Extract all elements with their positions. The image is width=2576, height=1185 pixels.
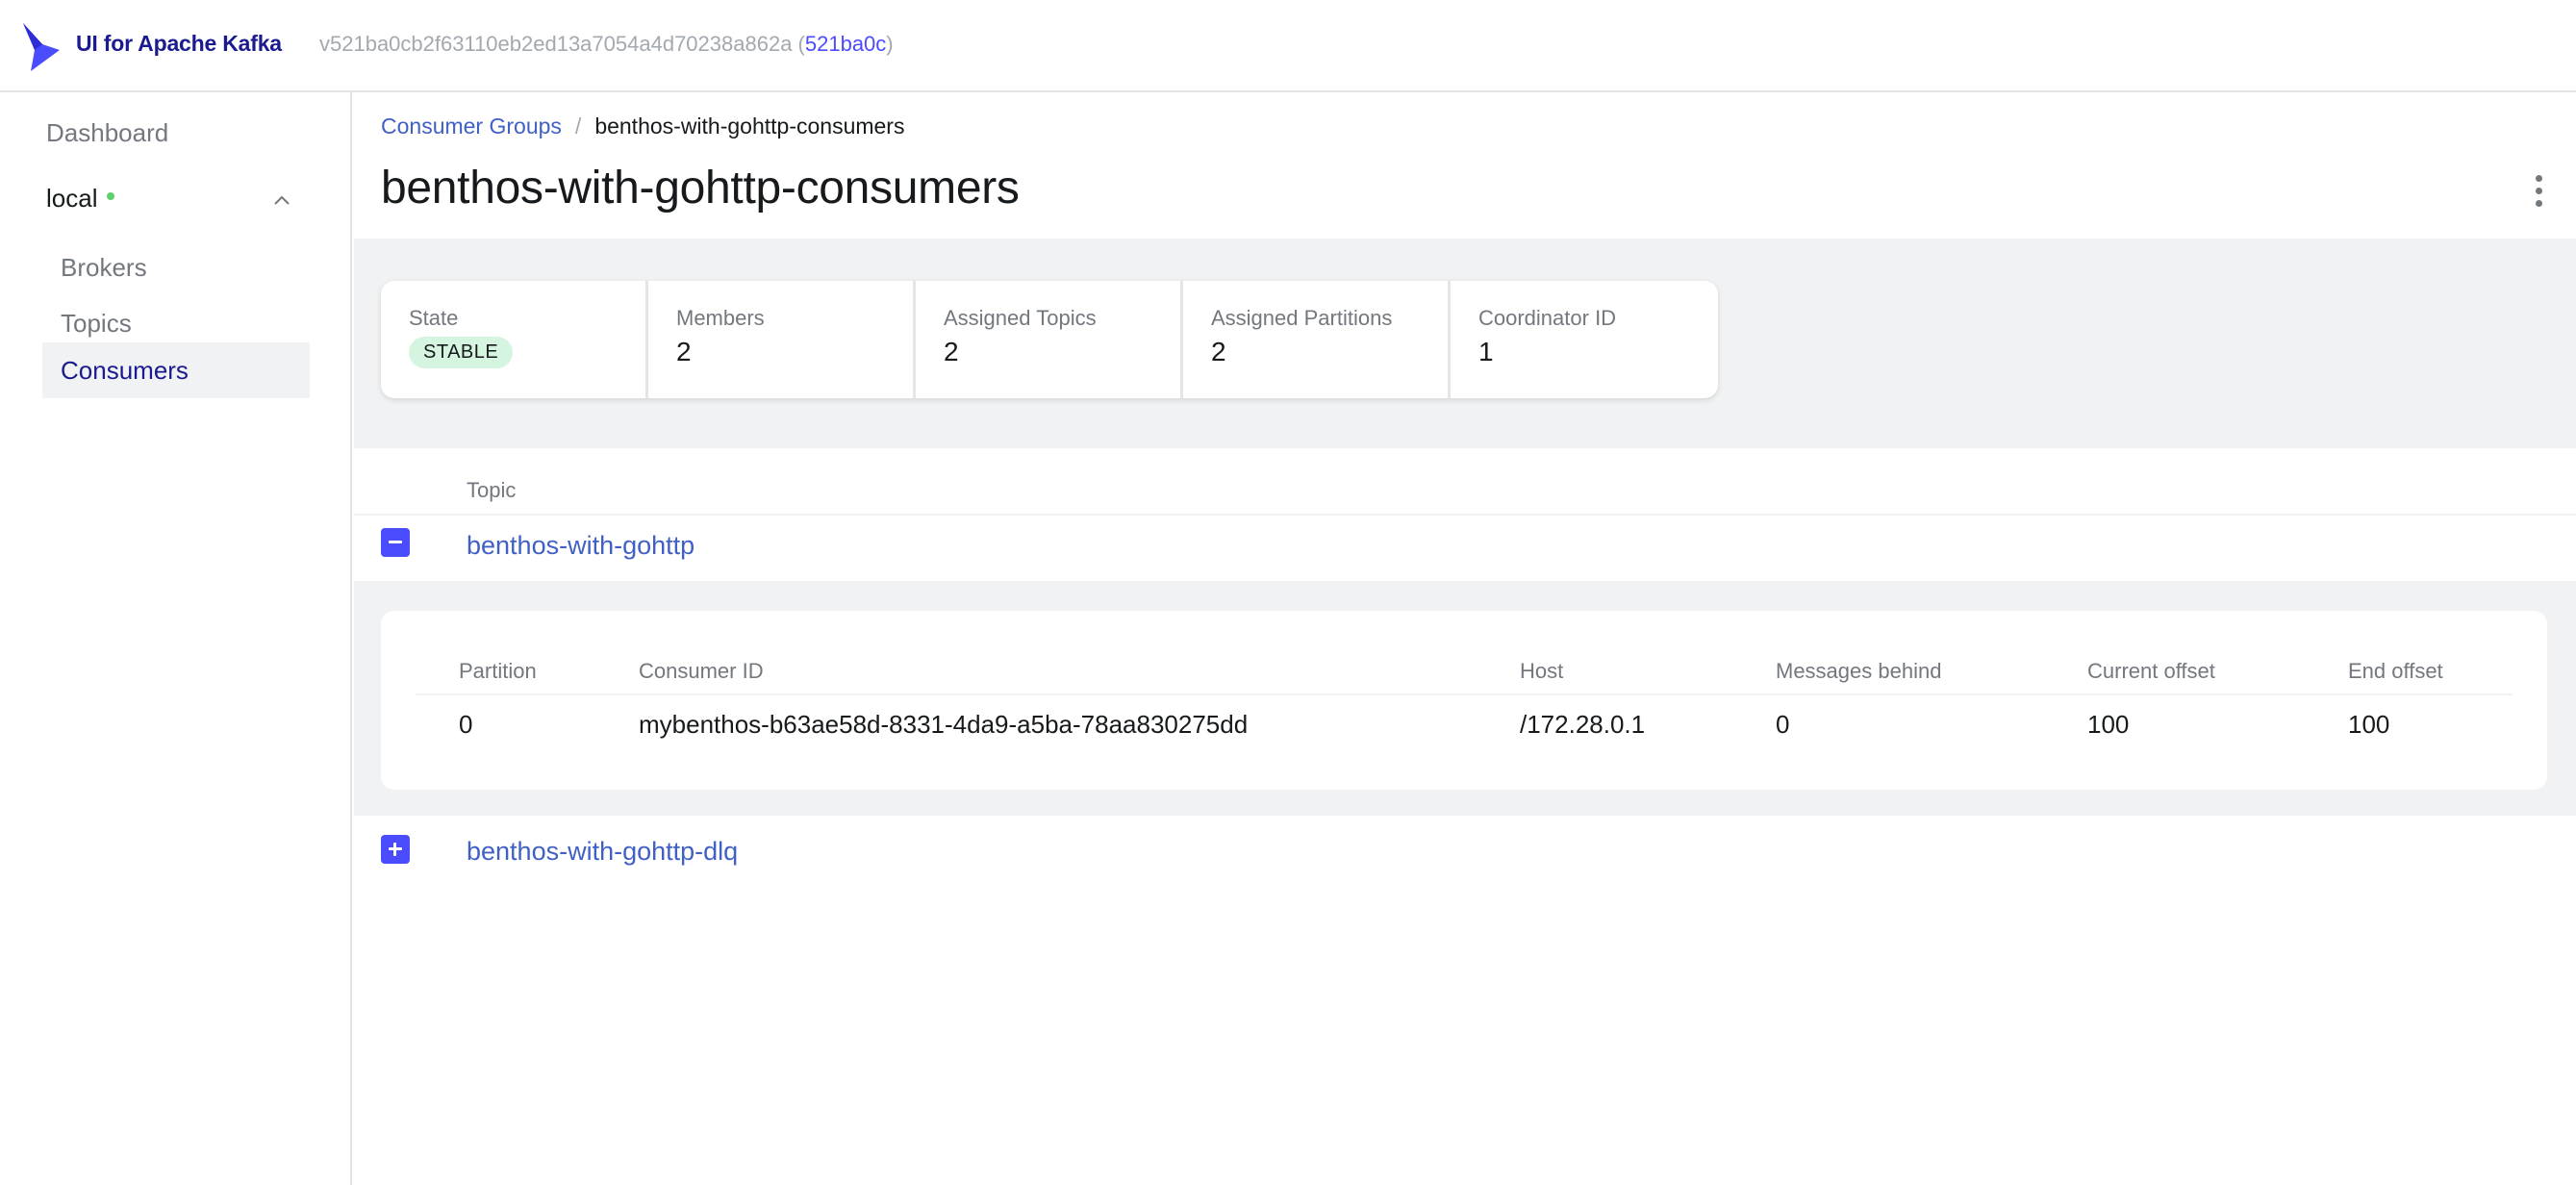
topic-link-benthos-with-gohttp-dlq[interactable]: benthos-with-gohttp-dlq [467, 837, 738, 867]
stat-value: 1 [1478, 337, 1494, 366]
state-badge: STABLE [409, 337, 514, 368]
breadcrumb-separator: / [574, 113, 582, 139]
stats-card: State STABLE Members 2 Assigned Topics 2… [381, 281, 1718, 398]
sidebar-item-consumers[interactable]: Consumers [42, 342, 310, 398]
sidebar: Dashboard local Brokers Topics Consumers [0, 92, 352, 1185]
breadcrumb-consumer-groups[interactable]: Consumer Groups [381, 113, 562, 139]
stat-label: Members [676, 306, 765, 330]
cell-current-offset: 100 [2087, 710, 2130, 739]
column-header-messages-behind: Messages behind [1776, 659, 1942, 683]
cell-end-offset: 100 [2348, 710, 2390, 739]
top-bar: UI for Apache Kafka v521ba0cb2f63110eb2e… [0, 0, 2576, 92]
column-header-host: Host [1520, 659, 1564, 683]
cluster-status-dot [107, 192, 115, 201]
breadcrumb-current: benthos-with-gohttp-consumers [594, 113, 905, 139]
stat-label: Assigned Topics [944, 306, 1097, 330]
cell-consumer-id: mybenthos-b63ae58d-8331-4da9-a5ba-78aa83… [639, 710, 1249, 739]
stats-section: State STABLE Members 2 Assigned Topics 2… [354, 239, 2576, 448]
column-header-topic: Topic [467, 478, 517, 502]
stat-label: Assigned Partitions [1211, 306, 1393, 330]
cluster-name: local [46, 184, 98, 213]
stat-coordinator-id: Coordinator ID 1 [1451, 281, 1718, 398]
stat-assigned-partitions: Assigned Partitions 2 [1183, 281, 1451, 398]
version-suffix: ) [886, 32, 894, 56]
header-divider [416, 693, 2513, 695]
version-commit-link[interactable]: 521ba0c [805, 32, 886, 56]
column-header-current-offset: Current offset [2087, 659, 2215, 683]
version-hash: v521ba0cb2f63110eb2ed13a7054a4d70238a862… [319, 32, 805, 56]
stat-label: Coordinator ID [1478, 306, 1617, 330]
more-actions-icon[interactable] [2536, 175, 2543, 208]
sidebar-cluster-local[interactable]: local [46, 184, 115, 214]
cell-host: /172.28.0.1 [1520, 710, 1646, 739]
version-info: v521ba0cb2f63110eb2ed13a7054a4d70238a862… [319, 32, 894, 57]
stat-state: State STABLE [381, 281, 648, 398]
sidebar-item-brokers[interactable]: Brokers [42, 240, 310, 295]
collapse-row-button[interactable] [381, 528, 410, 557]
stat-value: 2 [676, 337, 692, 366]
breadcrumb: Consumer Groups / benthos-with-gohttp-cons… [381, 113, 904, 139]
column-header-partition: Partition [459, 659, 537, 683]
sidebar-item-dashboard[interactable]: Dashboard [46, 118, 168, 148]
expand-row-button[interactable] [381, 835, 410, 864]
kafka-logo-icon[interactable] [21, 21, 63, 73]
topic-link-benthos-with-gohttp[interactable]: benthos-with-gohttp [467, 531, 695, 561]
main-content: Consumer Groups / benthos-with-gohttp-cons… [354, 92, 2576, 1185]
stat-value: 2 [1211, 337, 1226, 366]
expanded-row-details: Partition Consumer ID Host Messages behi… [354, 581, 2576, 816]
column-header-end-offset: End offset [2348, 659, 2443, 683]
row-divider [354, 514, 2576, 516]
cell-partition: 0 [459, 710, 473, 739]
cell-messages-behind: 0 [1776, 710, 1790, 739]
page-title: benthos-with-gohttp-consumers [381, 163, 1020, 214]
chevron-up-icon[interactable] [273, 194, 290, 206]
stat-assigned-topics: Assigned Topics 2 [916, 281, 1183, 398]
stat-value: 2 [944, 337, 959, 366]
stat-label: State [409, 306, 459, 330]
stat-members: Members 2 [648, 281, 916, 398]
column-header-consumer-id: Consumer ID [639, 659, 764, 683]
partitions-table: Partition Consumer ID Host Messages behi… [381, 611, 2547, 790]
brand-title[interactable]: UI for Apache Kafka [76, 31, 282, 57]
